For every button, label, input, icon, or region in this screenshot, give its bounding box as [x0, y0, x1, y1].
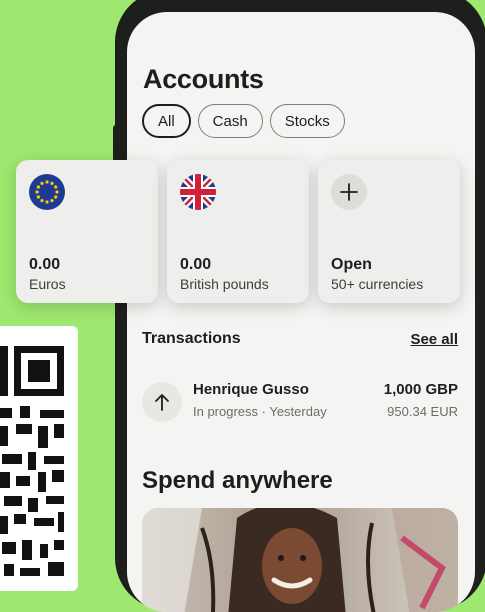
account-amount: 0.00	[29, 256, 61, 273]
transactions-title: Transactions	[142, 330, 241, 347]
eu-flag-icon	[29, 174, 65, 210]
account-currency-label: Euros	[29, 276, 66, 292]
transactions-header: Transactions See all	[142, 330, 458, 348]
open-account-label: Open	[331, 256, 372, 273]
plus-icon	[331, 174, 367, 210]
arrow-up-icon	[142, 382, 182, 422]
account-filter-chips: All Cash Stocks	[142, 104, 345, 138]
phone-side-button	[113, 125, 119, 165]
account-card-british-pounds[interactable]: 0.00 British pounds	[167, 160, 309, 303]
page-title: Accounts	[143, 64, 264, 94]
spend-anywhere-photo	[142, 508, 458, 612]
phone-screen: Accounts All Cash Stocks Transactions Se…	[127, 12, 475, 612]
transaction-row[interactable]: Henrique Gusso In progress · Yesterday 1…	[142, 380, 458, 428]
transaction-name: Henrique Gusso	[193, 381, 309, 398]
open-account-card[interactable]: Open 50+ currencies	[318, 160, 460, 303]
uk-flag-icon	[180, 174, 216, 210]
account-currency-label: British pounds	[180, 276, 269, 292]
filter-chip-cash[interactable]: Cash	[197, 104, 263, 138]
qr-code	[0, 326, 78, 591]
filter-chip-stocks[interactable]: Stocks	[269, 104, 345, 138]
transaction-amount: 1,000 GBP	[383, 381, 458, 398]
transaction-converted-amount: 950.34 EUR	[387, 404, 458, 419]
account-amount: 0.00	[180, 256, 212, 273]
account-card-euros[interactable]: 0.00 Euros	[16, 160, 158, 303]
see-all-link[interactable]: See all	[410, 331, 458, 348]
spend-anywhere-heading: Spend anywhere	[142, 467, 333, 494]
filter-chip-all[interactable]: All	[142, 104, 191, 138]
transaction-status: In progress · Yesterday	[193, 404, 327, 419]
open-account-sub-label: 50+ currencies	[331, 276, 424, 292]
